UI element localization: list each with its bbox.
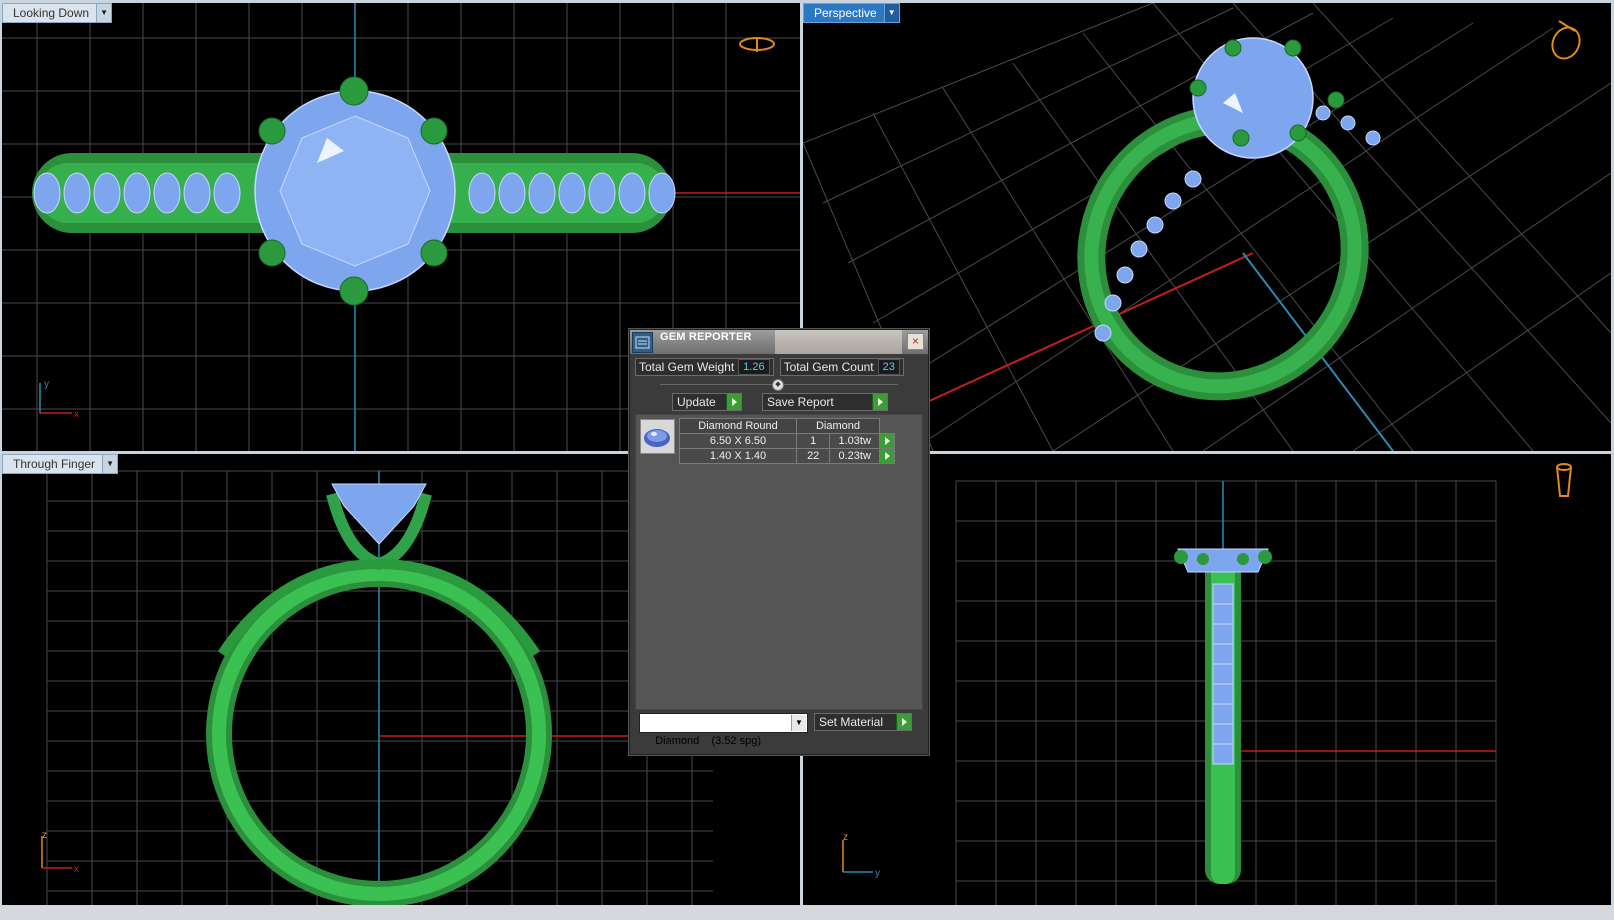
total-count-label: Total Gem Count	[783, 360, 874, 374]
through-finger-axis-b: x	[74, 864, 79, 875]
side-axis-a: z	[843, 832, 848, 843]
gem-diamond-icon	[640, 419, 675, 454]
total-gem-count: Total Gem Count 23	[779, 358, 904, 376]
go-arrow-icon	[872, 394, 887, 410]
go-arrow-icon[interactable]	[879, 433, 895, 449]
close-icon[interactable]: ×	[907, 333, 924, 350]
go-arrow-icon	[726, 394, 741, 410]
gem-table-area: Diamond Round Diamond 6.50 X 6.50 1 1.03…	[635, 414, 923, 710]
total-gem-weight: Total Gem Weight 1.26	[635, 358, 774, 376]
gem-table-row[interactable]: 1.40 X 1.40 22 0.23tw	[679, 448, 895, 464]
go-arrow-icon	[896, 714, 911, 730]
gem-table-row[interactable]: 6.50 X 6.50 1 1.03tw	[679, 433, 895, 449]
total-weight-label: Total Gem Weight	[639, 360, 735, 374]
totals-row: Total Gem Weight 1.26 Total Gem Count 23	[635, 358, 904, 376]
update-button[interactable]: Update	[672, 393, 742, 411]
through-finger-axis-a: z	[42, 830, 47, 841]
side-axis-b: y	[875, 868, 880, 879]
looking-down-axis-a: y	[44, 379, 49, 390]
total-count-value: 23	[877, 359, 900, 375]
material-select[interactable]: Diamond (3.52 spg) ▼	[639, 713, 808, 747]
gem-table-header-shape: Diamond Round	[679, 418, 797, 434]
viewport-label-text: Looking Down	[13, 6, 90, 20]
viewport-label-perspective[interactable]: Perspective ▼	[803, 3, 900, 23]
ring-orientation-icon	[739, 37, 775, 52]
gem-weight-cell: 1.03tw	[829, 433, 880, 449]
gem-count-cell: 1	[795, 433, 831, 449]
save-report-button-label: Save Report	[767, 395, 834, 409]
viewport-label-text: Through Finger	[13, 457, 96, 471]
dropdown-arrow-icon[interactable]: ▼	[883, 4, 899, 22]
gem-table-header-material: Diamond	[796, 418, 880, 434]
dialog-title-bar[interactable]: GEM REPORTER ×	[630, 330, 928, 354]
gem-reporter-icon	[632, 332, 653, 353]
status-bar	[0, 905, 1614, 920]
update-button-label: Update	[677, 395, 716, 409]
go-arrow-icon[interactable]	[879, 448, 895, 464]
chevron-down-icon[interactable]: ▼	[791, 715, 806, 731]
gem-count-cell: 22	[795, 448, 831, 464]
title-bar-accent	[775, 330, 902, 354]
gem-table-header-row: Diamond Round Diamond	[679, 418, 895, 434]
collapse-toggle[interactable]: ◆	[772, 379, 784, 391]
set-material-button[interactable]: Set Material	[814, 713, 912, 731]
save-report-button[interactable]: Save Report	[762, 393, 888, 411]
dropdown-arrow-icon[interactable]: ▼	[102, 455, 118, 473]
viewport-label-text: Perspective	[814, 6, 877, 20]
total-weight-value: 1.26	[738, 359, 770, 375]
viewport-label-looking-down[interactable]: Looking Down ▼	[2, 3, 113, 23]
viewport-label-through-finger[interactable]: Through Finger ▼	[2, 454, 119, 474]
gem-table: Diamond Round Diamond 6.50 X 6.50 1 1.03…	[679, 418, 895, 464]
dropdown-arrow-icon[interactable]: ▼	[96, 4, 112, 22]
material-select-value: Diamond (3.52 spg)	[655, 735, 762, 747]
gem-size-cell: 1.40 X 1.40	[679, 448, 797, 464]
gem-reporter-dialog[interactable]: GEM REPORTER × Total Gem Weight 1.26 Tot…	[629, 329, 929, 755]
set-material-button-label: Set Material	[819, 715, 884, 729]
looking-down-axis-b: x	[74, 409, 79, 420]
ring-orientation-icon	[1556, 463, 1572, 497]
gem-size-cell: 6.50 X 6.50	[679, 433, 797, 449]
dialog-title: GEM REPORTER	[660, 331, 752, 343]
gem-weight-cell: 0.23tw	[829, 448, 880, 464]
